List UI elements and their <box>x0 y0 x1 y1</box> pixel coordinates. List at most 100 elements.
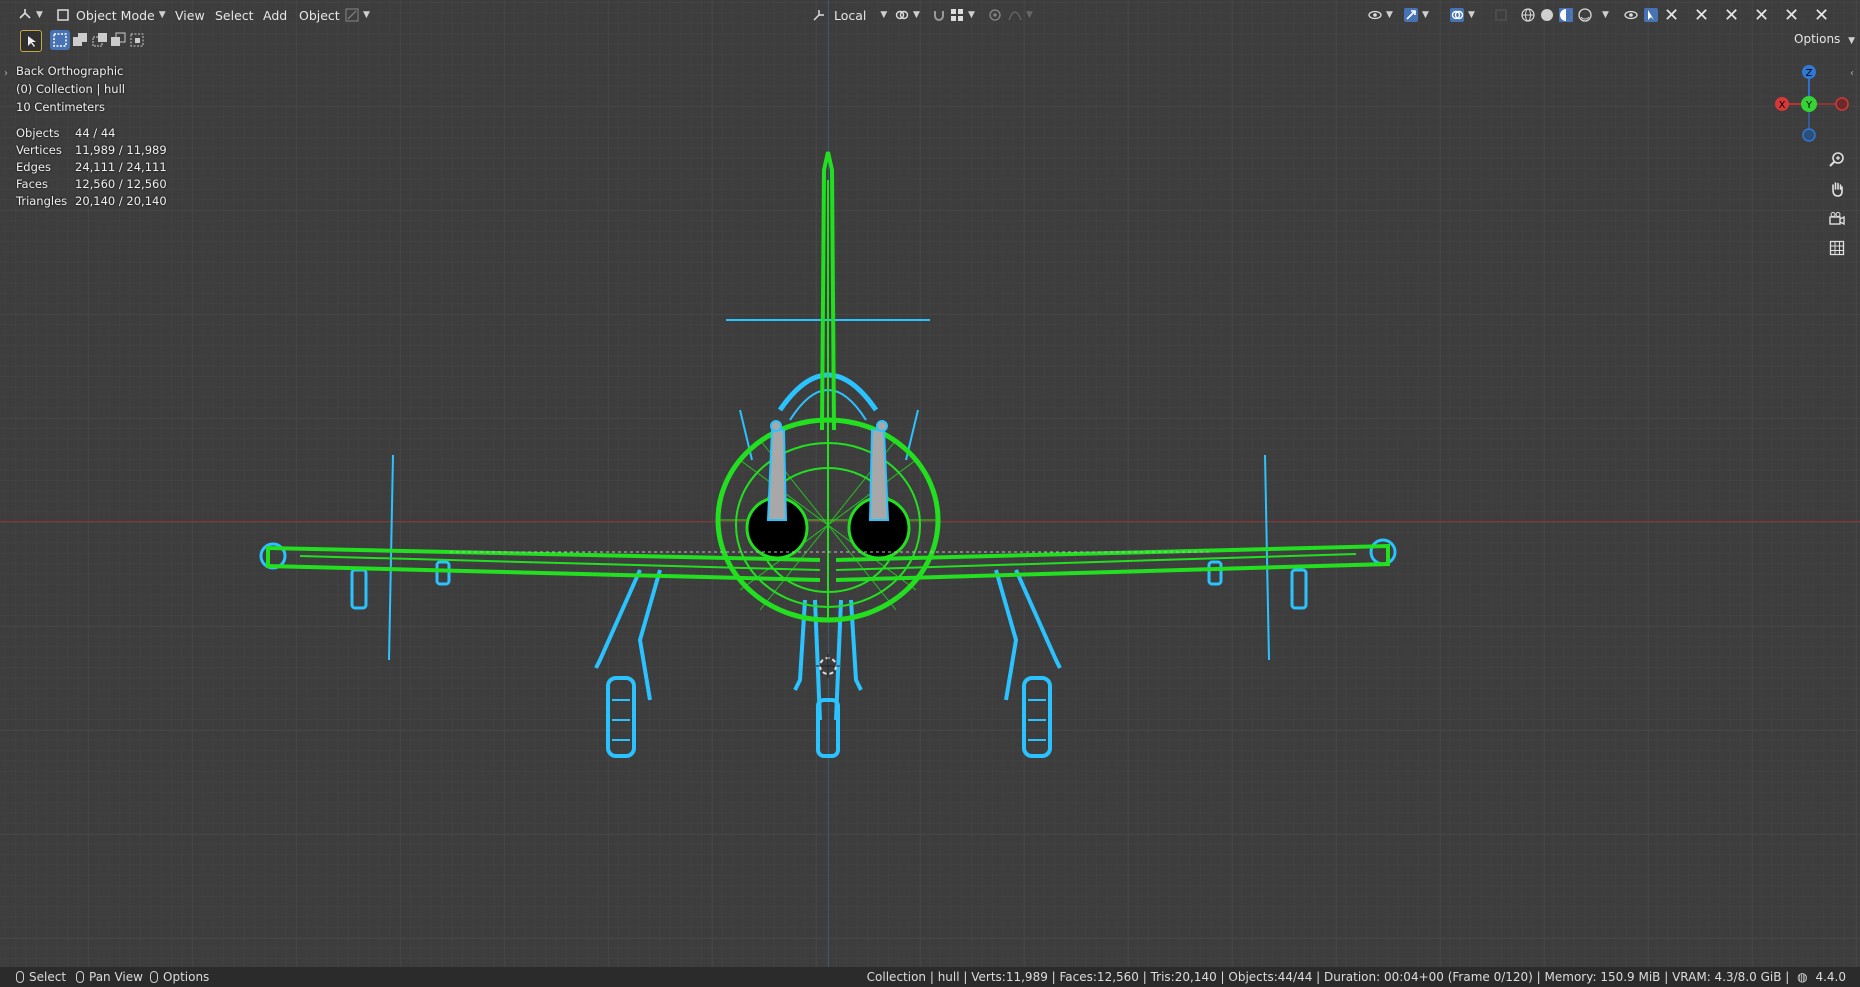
restrict-x-6[interactable]: ✕ <box>1814 4 1829 26</box>
x-cross-icon: ✕ <box>1724 4 1740 26</box>
select-mode-extend[interactable] <box>70 30 90 50</box>
select-subtract-icon <box>92 33 107 47</box>
collection-label: (0) Collection | hull <box>16 82 125 96</box>
select-mode-intersect[interactable] <box>127 30 147 50</box>
snap-toggle[interactable] <box>932 4 946 26</box>
material-sphere-icon <box>1559 8 1573 22</box>
chevron-down-icon: ▼ <box>1602 10 1609 20</box>
viewport-info-overlay: Back Orthographic (0) Collection | hull … <box>16 62 125 116</box>
solid-sphere-icon <box>1541 9 1553 21</box>
x-cross-icon: ✕ <box>1694 4 1710 26</box>
orientation-icon <box>813 10 824 21</box>
camera-view-button[interactable] <box>1824 206 1850 232</box>
selectability-toggle[interactable] <box>1644 4 1658 26</box>
cursor-arrow-icon <box>28 36 36 47</box>
mode-dropdown[interactable]: Object Mode ▼ <box>56 4 166 26</box>
snap-target-dropdown[interactable]: ▼ <box>950 4 975 26</box>
chevron-down-icon: ▼ <box>1422 10 1429 20</box>
wireframe-sphere-icon <box>1521 8 1535 22</box>
gizmo-icon <box>1404 8 1418 22</box>
rendered-sphere-icon <box>1578 8 1592 22</box>
restrict-x-4[interactable]: ✕ <box>1754 4 1769 26</box>
viewport-header: ▼ Object Mode ▼ View Select Add Object ▼… <box>0 0 1860 30</box>
overlays-toggle[interactable]: ▼ <box>1450 4 1475 26</box>
proportional-icon <box>989 9 1001 21</box>
menu-object[interactable]: Object <box>293 4 346 26</box>
chevron-down-icon: ▼ <box>1026 10 1033 20</box>
proportional-edit-toggle[interactable] <box>988 4 1002 26</box>
pan-button[interactable] <box>1824 176 1850 202</box>
zoom-magnifier-icon <box>1829 152 1844 167</box>
select-mode-new[interactable] <box>50 30 70 50</box>
mouse-left-icon <box>16 971 24 983</box>
gizmo-toggle[interactable]: ▼ <box>1404 4 1429 26</box>
ortho-toggle-button[interactable] <box>1824 235 1850 261</box>
zoom-button[interactable] <box>1824 146 1850 172</box>
chevron-down-icon: ▼ <box>913 10 920 20</box>
stat-label: Edges <box>16 160 51 174</box>
mouse-right-icon <box>150 971 158 983</box>
select-mode-subtract[interactable] <box>90 30 110 50</box>
restrict-x-5[interactable]: ✕ <box>1784 4 1799 26</box>
x-cross-icon: ✕ <box>1754 4 1770 26</box>
navigation-gizmo[interactable]: Z X Y <box>1766 60 1860 146</box>
transform-orientation-dropdown[interactable]: Local ▼ <box>812 4 887 26</box>
chevron-down-icon: ▼ <box>1848 36 1856 46</box>
stat-row: Vertices 11,989 / 11,989 <box>16 142 167 159</box>
magnet-icon <box>934 11 944 21</box>
shading-material-button[interactable] <box>1559 4 1573 26</box>
stat-value: 20,140 / 20,140 <box>75 194 167 208</box>
restrict-x-2[interactable]: ✕ <box>1694 4 1709 26</box>
select-extend-icon <box>73 33 87 46</box>
stat-row: Triangles 20,140 / 20,140 <box>16 193 167 210</box>
chevron-down-icon: ▼ <box>1386 10 1393 20</box>
aircraft-wireframe[interactable] <box>0 0 1860 987</box>
options-dropdown[interactable]: Options ▼ <box>1794 32 1855 46</box>
pivot-point-dropdown[interactable]: ▼ <box>895 4 920 26</box>
menu-select[interactable]: Select <box>209 4 260 26</box>
toolbar-toggle-arrow[interactable]: › <box>4 68 8 79</box>
visibility-dropdown[interactable]: ▼ <box>1368 4 1393 26</box>
status-bar: Select Pan View Options Collection | hul… <box>0 967 1860 987</box>
stat-row: Edges 24,111 / 24,111 <box>16 159 167 176</box>
select-tool-button[interactable] <box>20 30 42 52</box>
chevron-down-icon: ▼ <box>36 10 43 20</box>
hand-icon <box>1832 182 1843 197</box>
options-label: Options <box>1794 32 1841 46</box>
3d-viewport[interactable] <box>0 0 1860 987</box>
shading-rendered-button[interactable] <box>1578 4 1592 26</box>
stroke-icon <box>345 8 359 22</box>
chevron-down-icon: ▼ <box>158 10 166 20</box>
restrict-x-3[interactable]: ✕ <box>1724 4 1739 26</box>
link-icon <box>895 10 909 20</box>
shading-solid-button[interactable] <box>1540 4 1554 26</box>
x-cross-icon: ✕ <box>1814 4 1830 26</box>
shading-wireframe-button[interactable] <box>1521 4 1535 26</box>
overlays-icon <box>1450 8 1464 22</box>
chevron-down-icon: ▼ <box>363 10 370 20</box>
shading-options-dropdown[interactable]: ▼ <box>1598 4 1609 26</box>
gizmo-neg-x-axis[interactable] <box>1835 97 1849 111</box>
select-mode-difference[interactable] <box>108 30 128 50</box>
gizmo-z-label: Z <box>1806 68 1813 79</box>
stat-value: 24,111 / 24,111 <box>75 160 167 174</box>
menu-view[interactable]: View <box>169 4 211 26</box>
editor-type-button[interactable]: ▼ <box>18 4 43 26</box>
falloff-dropdown[interactable]: ▼ <box>1008 4 1033 26</box>
chevron-down-icon: ▼ <box>1468 10 1475 20</box>
viewport-visibility-toggle[interactable] <box>1624 4 1638 26</box>
menu-add[interactable]: Add <box>257 4 293 26</box>
orientation-label: Local <box>834 7 867 23</box>
stat-label: Objects <box>16 126 60 140</box>
status-pan-label: Pan View <box>89 970 143 984</box>
xray-toggle[interactable] <box>1494 4 1508 26</box>
gpencil-dropdown[interactable]: ▼ <box>345 4 370 26</box>
eye-icon <box>1624 10 1638 20</box>
x-cross-icon: ✕ <box>1664 4 1680 26</box>
restrict-x-1[interactable]: ✕ <box>1664 4 1679 26</box>
view-name: Back Orthographic <box>16 64 124 78</box>
gizmo-neg-z-axis[interactable] <box>1802 128 1816 142</box>
stat-row: Objects 44 / 44 <box>16 125 167 142</box>
grid-scale-label: 10 Centimeters <box>16 100 105 114</box>
status-pan-hint: Pan View <box>76 970 143 984</box>
